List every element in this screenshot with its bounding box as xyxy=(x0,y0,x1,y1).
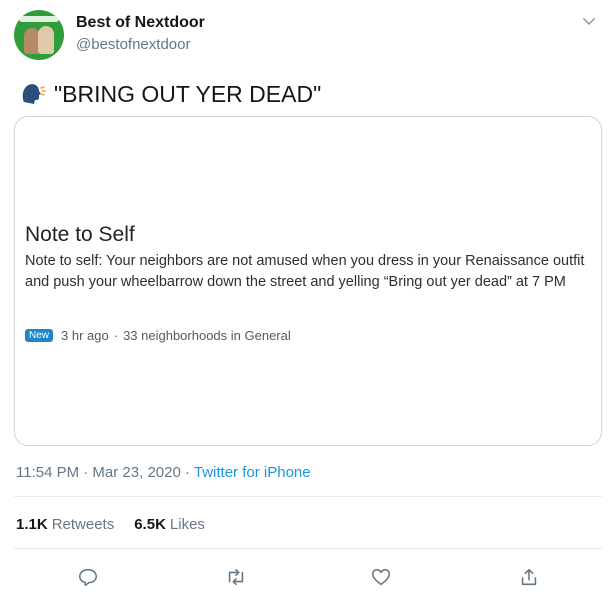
tweet-stats: 1.1K Retweets 6.5K Likes xyxy=(16,516,225,533)
chevron-down-icon[interactable] xyxy=(580,12,598,30)
reply-icon[interactable] xyxy=(77,566,99,588)
card-body: Note to self: Your neighbors are not amu… xyxy=(25,253,585,290)
divider-top xyxy=(14,496,602,497)
heart-icon[interactable] xyxy=(370,566,392,588)
speaking-head-icon xyxy=(22,84,46,104)
avatar-figure-right xyxy=(38,26,54,54)
retweets-stat[interactable]: 1.1K Retweets xyxy=(16,516,114,533)
divider-bottom xyxy=(14,548,602,549)
tweet-text: "BRING OUT YER DEAD" xyxy=(54,80,322,107)
avatar-house-mark xyxy=(19,16,59,22)
link-card[interactable]: Note to Self Note to self: Your neighbor… xyxy=(14,116,602,446)
card-title: Note to Self xyxy=(25,223,135,246)
meta-separator: · xyxy=(113,328,119,343)
likes-label: Likes xyxy=(169,516,205,533)
tweet-text-row: "BRING OUT YER DEAD" xyxy=(18,80,321,108)
retweets-count: 1.1K xyxy=(16,516,48,533)
tweet-timestamp: 11:54 PM · Mar 23, 2020 · Twitter for iP… xyxy=(16,464,311,481)
timestamp-text[interactable]: 11:54 PM · Mar 23, 2020 · xyxy=(16,464,194,481)
new-badge: New xyxy=(25,329,54,342)
card-meta: New 3 hr ago · 33 neighborhoods in Gener… xyxy=(25,328,291,343)
author-name[interactable]: Best of Nextdoor xyxy=(76,14,205,32)
source-link[interactable]: Twitter for iPhone xyxy=(194,464,311,481)
likes-count: 6.5K xyxy=(134,516,166,533)
likes-stat[interactable]: 6.5K Likes xyxy=(134,516,205,533)
action-bar xyxy=(0,566,616,588)
card-time-ago: 3 hr ago xyxy=(61,328,109,343)
author-handle[interactable]: @bestofnextdoor xyxy=(76,36,190,53)
share-icon[interactable] xyxy=(518,566,540,588)
retweet-icon[interactable] xyxy=(225,566,247,588)
avatar[interactable] xyxy=(14,10,64,60)
retweets-label: Retweets xyxy=(51,516,115,533)
card-neighborhoods: 33 neighborhoods in General xyxy=(123,328,291,343)
